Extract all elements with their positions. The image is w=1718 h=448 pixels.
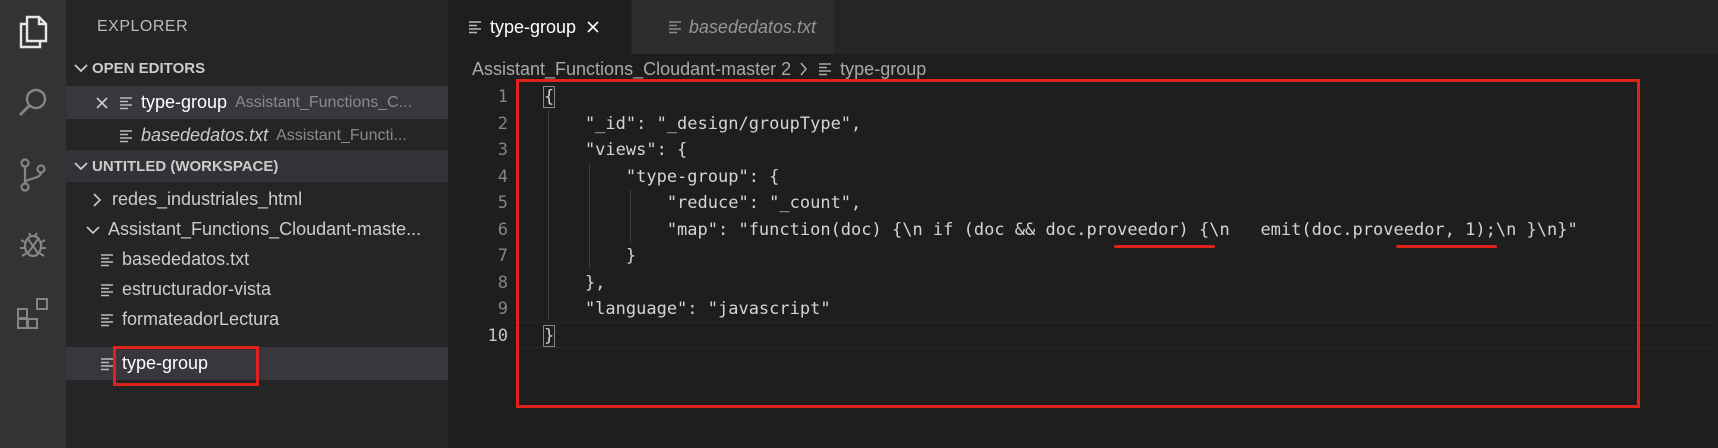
open-editors-header[interactable]: OPEN EDITORS xyxy=(66,52,448,84)
source-control-icon[interactable] xyxy=(13,155,53,195)
line-number: 5 xyxy=(497,193,508,213)
tab-label: type-group xyxy=(490,16,577,37)
workspace-header[interactable]: UNTITLED (WORKSPACE) xyxy=(66,150,448,182)
chevron-right-icon xyxy=(799,62,808,76)
file-lines-icon xyxy=(98,355,116,373)
close-icon[interactable] xyxy=(586,20,600,34)
file-item-type-group[interactable]: type-group xyxy=(66,347,448,380)
open-editor-item-type-group[interactable]: type-group Assistant_Functions_C... xyxy=(66,86,448,119)
open-editor-path: Assistant_Functions_C... xyxy=(235,93,413,111)
breadcrumb: Assistant_Functions_Cloudant-master 2 ty… xyxy=(472,57,926,81)
code-line: "type-group": { xyxy=(544,166,780,187)
code-line-text: } xyxy=(542,324,556,347)
breadcrumb-folder[interactable]: Assistant_Functions_Cloudant-master 2 xyxy=(472,59,791,80)
open-editors-label: OPEN EDITORS xyxy=(92,59,206,77)
tab-bar: type-group basededatos.txt xyxy=(448,0,1718,54)
chevron-down-icon xyxy=(66,161,92,171)
file-lines-icon xyxy=(98,311,116,329)
code-line-text: { xyxy=(542,86,556,108)
file-name: basededatos.txt xyxy=(122,249,250,269)
sidebar-title: EXPLORER xyxy=(97,18,189,35)
line-number-gutter: 1 2 3 4 5 6 7 8 9 10 xyxy=(448,84,508,349)
file-lines-icon xyxy=(117,127,135,145)
folder-name: Assistant_Functions_Cloudant-maste... xyxy=(108,219,422,239)
explorer-sidebar: EXPLORER OPEN EDITORS type-group Assista… xyxy=(66,0,448,448)
code-line: "views": { xyxy=(544,140,688,160)
file-lines-icon xyxy=(668,18,683,36)
activity-bar xyxy=(0,0,66,448)
line-number: 6 xyxy=(497,219,508,240)
file-lines-icon xyxy=(98,281,116,299)
file-lines-icon xyxy=(816,60,834,78)
annotation-underline xyxy=(1396,245,1497,248)
file-name: estructurador-vista xyxy=(122,279,272,299)
code-line: { xyxy=(542,84,1704,111)
open-editor-name: basededatos.txt xyxy=(141,125,269,145)
code-line: }, xyxy=(544,272,606,293)
file-item-formateador[interactable]: formateadorLectura xyxy=(66,303,448,336)
code-content[interactable]: { "_id": "_design/groupType", "views": {… xyxy=(542,84,1704,350)
folder-name: redes_industriales_html xyxy=(112,189,303,209)
editor-area: type-group basededatos.txt Assistant_Fun… xyxy=(448,0,1718,448)
code-line: "language": "javascript" xyxy=(544,299,831,319)
file-name: type-group xyxy=(122,353,209,373)
line-number: 10 xyxy=(487,325,508,346)
line-number: 9 xyxy=(497,299,508,319)
search-icon[interactable] xyxy=(13,82,53,122)
folder-item-redes[interactable]: redes_industriales_html xyxy=(66,183,448,216)
file-name: formateadorLectura xyxy=(122,309,280,329)
line-number: 4 xyxy=(497,166,508,187)
open-editor-path: Assistant_Functi... xyxy=(276,126,407,144)
tab-basededatos[interactable]: basededatos.txt xyxy=(632,0,834,54)
line-number: 8 xyxy=(497,272,508,293)
chevron-right-icon xyxy=(88,191,106,209)
code-line: "map": "function(doc) {\n if (doc && doc… xyxy=(544,219,1578,240)
file-item-estructurador[interactable]: estructurador-vista xyxy=(66,273,448,306)
tab-label: basededatos.txt xyxy=(688,16,816,37)
tab-type-group[interactable]: type-group xyxy=(448,0,630,54)
line-number: 7 xyxy=(497,246,508,266)
workspace-label: UNTITLED (WORKSPACE) xyxy=(92,157,279,175)
extensions-icon[interactable] xyxy=(13,294,53,334)
file-lines-icon xyxy=(466,18,484,36)
open-editor-name: type-group xyxy=(141,92,228,112)
open-editor-item-basededatos[interactable]: basededatos.txt Assistant_Functi... xyxy=(66,119,448,152)
code-line: "reduce": "_count", xyxy=(544,193,862,213)
code-line: "_id": "_design/groupType", xyxy=(544,113,862,134)
annotation-underline xyxy=(1114,245,1215,248)
code-line: } xyxy=(542,323,1704,350)
chevron-down-icon xyxy=(66,63,92,73)
line-number: 2 xyxy=(497,113,508,134)
file-lines-icon xyxy=(98,251,116,269)
line-number: 3 xyxy=(497,140,508,160)
chevron-down-icon xyxy=(84,221,102,239)
debug-icon[interactable] xyxy=(13,224,53,264)
file-lines-icon xyxy=(117,94,135,112)
files-icon[interactable] xyxy=(13,12,53,52)
line-number: 1 xyxy=(497,87,508,107)
folder-item-assistant[interactable]: Assistant_Functions_Cloudant-maste... xyxy=(66,213,448,246)
close-icon[interactable] xyxy=(93,94,111,112)
file-item-basededatos[interactable]: basededatos.txt xyxy=(66,243,448,276)
breadcrumb-file[interactable]: type-group xyxy=(840,59,926,80)
